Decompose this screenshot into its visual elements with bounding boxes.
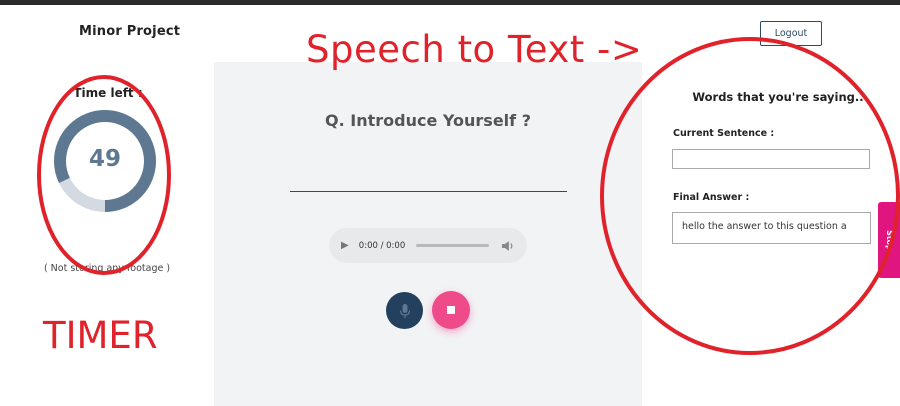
answer-divider <box>290 191 567 192</box>
audio-player[interactable]: ▶ 0:00 / 0:00 <box>329 228 527 263</box>
side-tab-label-wrap[interactable]: Stop <box>878 202 900 278</box>
volume-icon[interactable] <box>501 240 515 252</box>
current-sentence-label: Current Sentence : <box>673 128 775 139</box>
stop-icon <box>447 306 455 314</box>
current-sentence-input[interactable] <box>672 149 870 169</box>
footage-note: ( Not storing any footage ) <box>43 263 171 274</box>
timer-annotation: TIMER <box>43 314 158 357</box>
final-answer-field[interactable]: hello the answer to this question a <box>672 212 871 244</box>
final-answer-label: Final Answer : <box>673 192 750 203</box>
stop-button[interactable] <box>432 291 470 329</box>
audio-time: 0:00 / 0:00 <box>358 240 406 251</box>
microphone-icon <box>399 303 410 318</box>
timer-value: 49 <box>88 146 121 172</box>
mic-button[interactable] <box>386 292 423 329</box>
audio-seek-bar[interactable] <box>416 244 490 247</box>
play-icon[interactable]: ▶ <box>341 240 355 251</box>
question-text: Q. Introduce Yourself ? <box>325 111 531 130</box>
side-tab-label: Stop <box>884 229 894 251</box>
speech-to-text-annotation: Speech to Text -> <box>306 28 643 71</box>
speech-panel-title: Words that you're saying.. <box>692 90 864 104</box>
